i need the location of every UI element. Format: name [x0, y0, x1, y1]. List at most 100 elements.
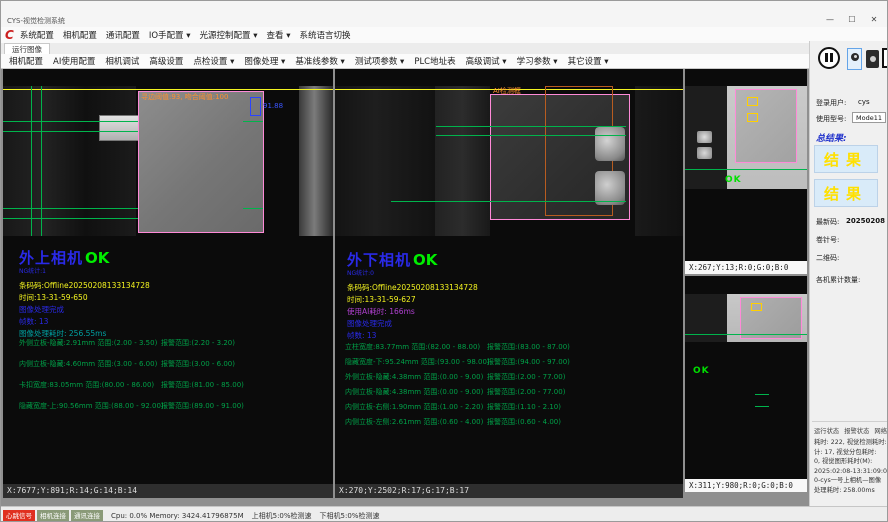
measure-line-vertical — [41, 86, 42, 236]
runtime-info: 耗时: 222, 视觉检测耗时: 计: 17, 视觉分包耗时: 0, 视觉图形耗… — [814, 438, 888, 495]
menu-camera-config[interactable]: 相机配置 — [63, 29, 97, 41]
menu-comm-config[interactable]: 通讯配置 — [106, 29, 140, 41]
measure-line — [243, 121, 263, 122]
tab-network-status[interactable]: 网络状态 — [874, 428, 888, 435]
menu-system-config[interactable]: 系统配置 — [20, 29, 54, 41]
measure-line — [685, 334, 807, 335]
tab-run-status[interactable]: 运行状态 — [814, 428, 839, 435]
operator-mode-button[interactable] — [847, 48, 862, 70]
app-title: CYS-视觉检测系统 — [7, 16, 65, 26]
camera-connect-badge: 相机连接 — [37, 510, 69, 522]
tool-test-params[interactable]: 测试项参数 ▾ — [355, 55, 404, 67]
measure-line — [3, 131, 138, 132]
measurement-row: 内侧立板-隐藏:4.60mm 范围:(3.00 - 6.00)报警范围:(3.0… — [19, 359, 157, 369]
processing-done-label: 图像处理完成 — [347, 318, 478, 330]
needle-number-label: 卷针号: — [816, 235, 839, 245]
tool-learning-params[interactable]: 学习参数 ▾ — [517, 55, 558, 67]
app-logo-icon: C — [5, 28, 14, 42]
measurement-row: 内侧立板-左侧:2.61mm 范围:(0.60 - 4.00)报警范围:(0.6… — [345, 417, 483, 427]
qr-code-label: 二维码: — [816, 253, 839, 263]
tab-alarm-status[interactable]: 报警状态 — [844, 428, 869, 435]
tool-image-processing[interactable]: 图像处理 ▾ — [244, 55, 285, 67]
info-line: 处理耗时: 258.00ms — [814, 486, 888, 496]
result-block-upper: 外上相机OK NG统计:1 条码码:Offline202502081331347… — [19, 247, 150, 340]
metal-part — [595, 171, 625, 205]
divider — [812, 421, 888, 422]
machine-background — [3, 86, 136, 236]
machine-count-label: 各机累计数量: — [816, 275, 860, 285]
total-result-label: 总结果: — [816, 131, 847, 144]
latest-code-label: 最新码: — [816, 217, 839, 227]
measurement-row: 卡扣宽度:83.05mm 范围:(80.00 - 86.00)报警范围:(81.… — [19, 380, 154, 390]
blue-measure-value: 91.88 — [263, 102, 283, 110]
measure-line — [685, 169, 807, 170]
pause-button[interactable] — [818, 47, 840, 69]
tool-camera-debug[interactable]: 相机调试 — [105, 55, 139, 67]
camera-view-upper[interactable]: 寻边阈值:93, 吻合阈值:100 91.88 外上相机OK NG统计:1 条码… — [3, 69, 333, 484]
pixel-coords-thumb-2: X:311;Y:980;R:0;G:0;B:0 — [685, 479, 807, 492]
measure-line — [243, 208, 263, 209]
tool-camera-config[interactable]: 相机配置 — [9, 55, 43, 67]
close-button[interactable]: ✕ — [863, 13, 885, 26]
measure-line — [755, 406, 769, 407]
status-ok-label: OK — [413, 251, 437, 269]
title-bar: CYS-视觉检测系统 — ☐ ✕ — [1, 1, 887, 27]
tool-ai-config[interactable]: AI使用配置 — [53, 55, 95, 67]
connector-part — [99, 115, 143, 141]
barcode-label: 条码码:Offline20250208133134728 — [19, 280, 150, 292]
tool-baseline-params[interactable]: 基准线参数 ▾ — [295, 55, 344, 67]
barcode-label: 条码码:Offline20250208133134728 — [347, 282, 478, 294]
pixel-coords-upper: X:7677;Y:891;R:14;G:14;B:14 — [3, 484, 333, 498]
menu-bar: C 系统配置 相机配置 通讯配置 IO手配置 ▾ 光源控制配置 ▾ 查看 ▾ 系… — [1, 27, 887, 44]
metal-part — [697, 147, 712, 159]
exit-button[interactable]: ▸ — [882, 48, 888, 68]
tool-spot-check[interactable]: 点检设置 ▾ — [193, 55, 234, 67]
info-line: 0, 视觉图形耗时(M): — [814, 457, 888, 467]
measure-line — [436, 135, 626, 136]
tool-plc-address[interactable]: PLC地址表 — [414, 55, 455, 67]
model-select[interactable]: Mode11 — [852, 112, 886, 123]
menu-io-config[interactable]: IO手配置 ▾ — [149, 29, 191, 41]
upper-camera-rate-text: 上相机5:0%检测速 — [252, 511, 312, 521]
pause-icon — [830, 53, 833, 62]
result-indicator-2: 结果 — [814, 179, 878, 207]
menu-view[interactable]: 查看 ▾ — [267, 29, 291, 41]
cpu-memory-text: Cpu: 0.0% Memory: 3424.41796875M — [111, 512, 244, 520]
comm-connect-badge: 通讯连接 — [71, 510, 103, 522]
lower-camera-rate-text: 下相机5:0%检测速 — [320, 511, 380, 521]
threshold-overlay-label: 寻边阈值:93, 吻合阈值:100 — [141, 92, 228, 102]
tool-other-settings[interactable]: 其它设置 ▾ — [568, 55, 609, 67]
pause-icon — [825, 53, 828, 62]
tool-advanced-settings[interactable]: 高级设置 — [149, 55, 183, 67]
thumbnail-view-2[interactable]: OK — [685, 276, 807, 479]
status-bar: 心跳信号 相机连接 通讯连接 Cpu: 0.0% Memory: 3424.41… — [1, 506, 887, 522]
thumbnail-view-1[interactable]: OK — [685, 69, 807, 261]
measure-line — [436, 126, 626, 127]
frame-count-label: 帧数: 13 — [19, 316, 150, 328]
login-user-value: cys — [858, 98, 870, 106]
tool-advanced-debug[interactable]: 高级调试 ▾ — [466, 55, 507, 67]
result-indicator-1: 结果 — [814, 145, 878, 173]
toolbar: 相机配置 AI使用配置 相机调试 高级设置 点检设置 ▾ 图像处理 ▾ 基准线参… — [1, 54, 809, 69]
measure-line — [3, 218, 138, 219]
measure-line — [3, 208, 138, 209]
menu-light-config[interactable]: 光源控制配置 ▾ — [200, 29, 258, 41]
ok-overlay-label: OK — [725, 175, 742, 185]
info-line: 耗时: 222, 视觉检测耗时: — [814, 438, 888, 448]
menu-language-switch[interactable]: 系统语言切换 — [299, 29, 350, 41]
ai-time-label: 使用AI耗时: 166ms — [347, 306, 478, 318]
measurement-row: 立柱宽度:83.77mm 范围:(82.00 - 88.00)报警范围:(83.… — [345, 342, 480, 352]
machine-edge — [299, 86, 333, 236]
heartbeat-status-badge: 心跳信号 — [3, 510, 35, 522]
minimize-button[interactable]: — — [819, 13, 841, 26]
blue-measure-box — [250, 97, 261, 116]
measure-line — [391, 201, 626, 202]
measurement-row: 隐藏宽度-上:90.56mm 范围:(88.00 - 92.00)报警范围:(8… — [19, 401, 164, 411]
camera-view-lower[interactable]: AI检测框 外下相机OK NG统计:0 条码码:Offline202502081… — [335, 69, 683, 484]
mark-box — [747, 113, 758, 122]
roi-product-box — [740, 297, 802, 339]
maximize-button[interactable]: ☐ — [841, 13, 863, 26]
settings-mode-button[interactable] — [866, 50, 879, 68]
machine-background — [435, 86, 490, 236]
info-line: 2025:02:08-13:31:09:05 — [814, 467, 888, 477]
